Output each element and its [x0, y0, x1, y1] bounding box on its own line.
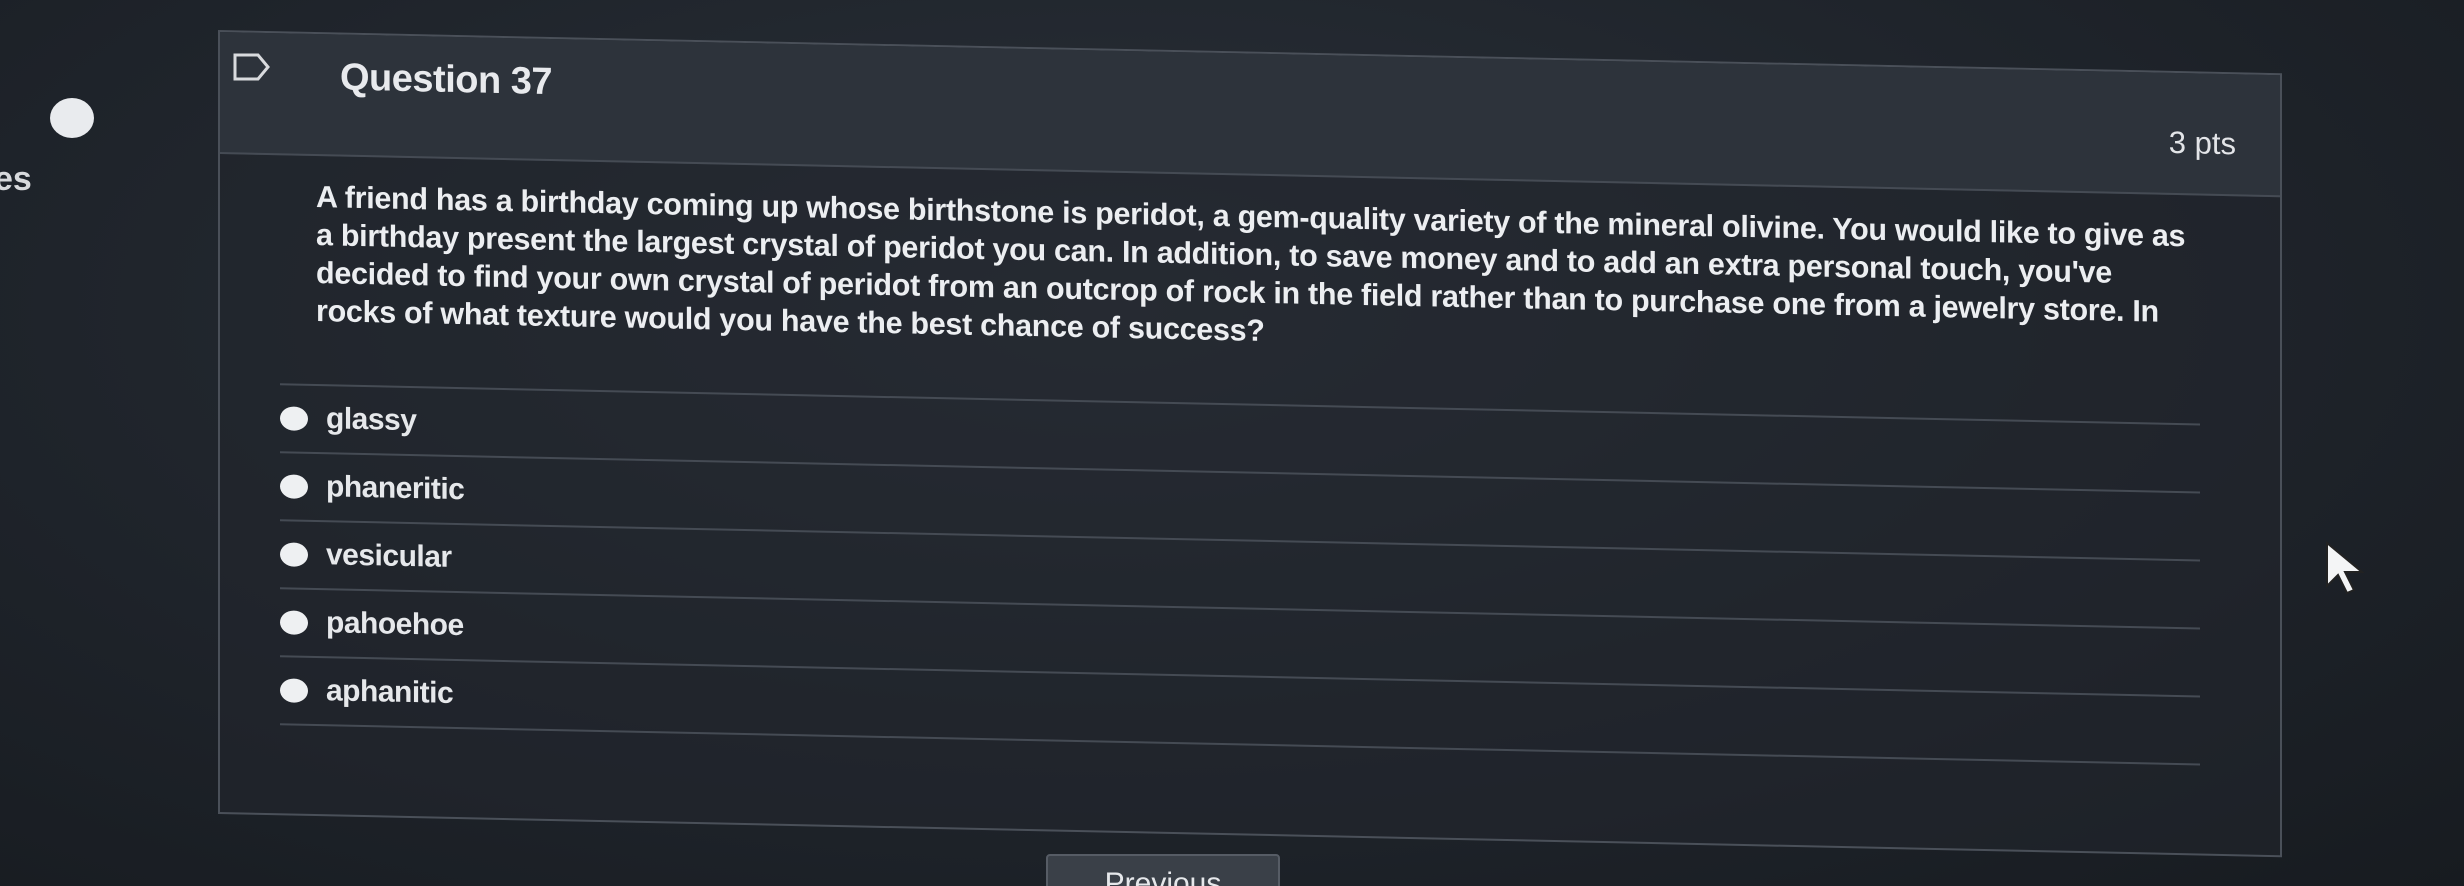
question-title: Question 37	[340, 56, 552, 103]
answer-label: glassy	[326, 402, 417, 438]
answer-label: phaneritic	[326, 470, 465, 507]
flag-icon[interactable]	[232, 52, 272, 82]
mouse-cursor-icon	[2324, 540, 2370, 596]
partial-sidebar-text: es	[0, 160, 32, 198]
answer-label: vesicular	[326, 538, 452, 574]
answer-list: glassy phaneritic vesicular pahoehoe aph…	[280, 383, 2200, 766]
answer-label: pahoehoe	[326, 606, 464, 643]
radio-button[interactable]	[280, 406, 308, 431]
question-header: Question 37 3 pts	[220, 32, 2280, 198]
question-text: A friend has a birthday coming up whose …	[316, 180, 2186, 348]
answer-label: aphanitic	[326, 674, 454, 710]
radio-button[interactable]	[280, 474, 308, 499]
radio-button[interactable]	[280, 678, 308, 703]
radio-button[interactable]	[280, 542, 308, 567]
status-dot	[50, 98, 94, 138]
question-points: 3 pts	[2168, 124, 2236, 162]
radio-button[interactable]	[280, 610, 308, 635]
question-card: Question 37 3 pts A friend has a birthda…	[218, 30, 2282, 858]
previous-button[interactable]: Previous	[1046, 854, 1280, 886]
